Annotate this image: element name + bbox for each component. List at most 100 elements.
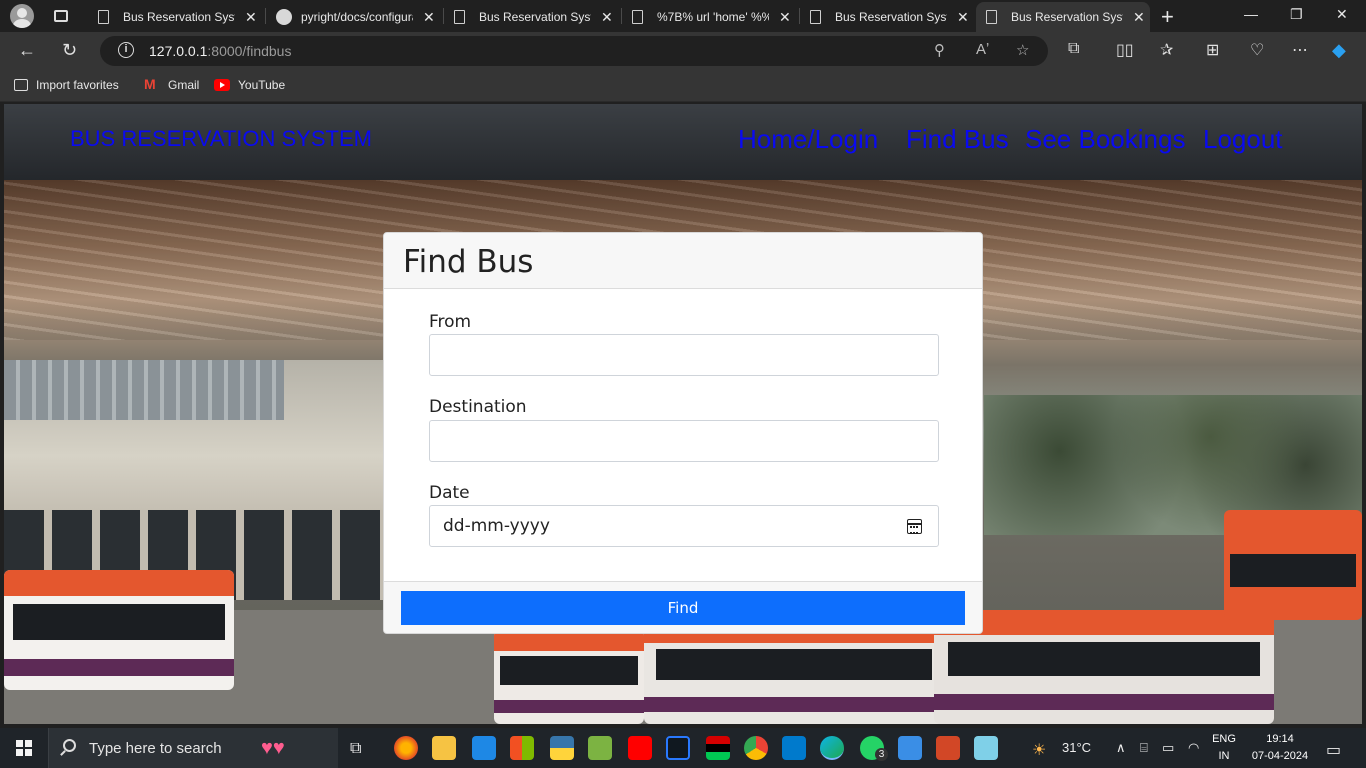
minimize-icon[interactable]: — <box>1244 6 1258 22</box>
split-screen-icon[interactable]: ▯▯ <box>1116 40 1134 60</box>
browser-tab-1[interactable]: Bus Reservation System ✕ <box>90 2 262 32</box>
tab-separator <box>443 8 444 24</box>
bus-decor <box>1224 510 1362 620</box>
close-icon[interactable]: ✕ <box>957 9 969 26</box>
vscode-icon[interactable] <box>782 736 806 760</box>
card-title: Find Bus <box>403 244 534 280</box>
language-code: ENG <box>1212 733 1236 745</box>
date-placeholder: dd-mm-yyyy <box>443 516 550 536</box>
read-aloud-icon[interactable]: Aʼ <box>976 41 989 58</box>
edge-icon[interactable] <box>820 736 844 760</box>
browser-tab-4[interactable]: %7B% url 'home' %%7D ✕ <box>624 2 796 32</box>
destination-input[interactable] <box>429 420 939 462</box>
notification-icon[interactable]: ▭ <box>1326 740 1341 760</box>
card-header: Find Bus <box>384 233 982 289</box>
weather-temp[interactable]: 31°C <box>1062 740 1091 755</box>
usb-icon[interactable]: ⌸ <box>1140 740 1148 756</box>
battery-icon[interactable]: ▭ <box>1162 740 1174 756</box>
profile-avatar[interactable] <box>10 4 34 28</box>
restore-icon[interactable]: ❐ <box>1290 6 1303 23</box>
tab-label: pyright/docs/configuration <box>301 10 413 24</box>
github-icon <box>276 9 292 25</box>
powerpoint-icon[interactable] <box>936 736 960 760</box>
tab-separator <box>799 8 800 24</box>
favorite-gmail[interactable]: Gmail <box>144 76 199 92</box>
mail-icon[interactable] <box>472 736 496 760</box>
performance-icon[interactable]: ♡ <box>1250 40 1264 60</box>
extensions-icon[interactable]: ⧉ <box>1068 40 1079 58</box>
page-icon <box>98 10 109 24</box>
refresh-icon[interactable]: ↻ <box>62 40 77 61</box>
nav-see-bookings[interactable]: See Bookings <box>1025 124 1185 155</box>
youtube-app-icon[interactable] <box>628 736 652 760</box>
favorite-star-icon[interactable]: ☆ <box>1016 41 1029 59</box>
tab-actions-icon[interactable] <box>54 10 68 22</box>
app-icon[interactable] <box>974 736 998 760</box>
flag-app-icon[interactable] <box>706 736 730 760</box>
close-icon[interactable]: ✕ <box>779 9 791 26</box>
favorites-icon[interactable]: ✰ <box>1160 40 1173 60</box>
gmail-icon <box>144 76 160 92</box>
tab-label: %7B% url 'home' %%7D <box>657 10 769 24</box>
nav-home-login[interactable]: Home/Login <box>738 124 878 155</box>
tab-label: Bus Reservation System <box>123 10 235 24</box>
browser-tab-3[interactable]: Bus Reservation System ✕ <box>446 2 618 32</box>
calendar-icon[interactable] <box>907 519 922 534</box>
zoom-icon[interactable]: ⚲ <box>934 41 945 59</box>
more-icon[interactable]: ⋯ <box>1292 40 1308 60</box>
show-hidden-icons-icon[interactable]: ∧ <box>1116 740 1126 756</box>
close-icon[interactable]: ✕ <box>1133 9 1145 26</box>
window-close-icon[interactable]: ✕ <box>1336 6 1348 23</box>
nav-logout[interactable]: Logout <box>1203 124 1283 155</box>
favorites-bar: Import favorites Gmail YouTube <box>0 70 1366 102</box>
taskbar-search-box[interactable]: Type here to search ♥♥ <box>48 728 338 768</box>
bus-decor <box>934 610 1274 724</box>
store-icon[interactable] <box>510 736 534 760</box>
browser-tab-5[interactable]: Bus Reservation System ✕ <box>802 2 974 32</box>
python-icon[interactable] <box>550 736 574 760</box>
browser-tab-6-active[interactable]: Bus Reservation System ✕ <box>976 2 1150 32</box>
browser-tab-2[interactable]: pyright/docs/configuration ✕ <box>268 2 440 32</box>
hearts-search-highlight-icon: ♥♥ <box>261 737 285 759</box>
terminal-building <box>4 360 384 600</box>
collections-icon[interactable]: ⊞ <box>1206 40 1219 60</box>
bus-decor <box>494 630 644 724</box>
favorite-import[interactable]: Import favorites <box>14 78 119 92</box>
url-text[interactable]: 127.0.0.1:8000/findbus <box>149 43 291 59</box>
close-icon[interactable]: ✕ <box>245 9 257 26</box>
photos-icon[interactable] <box>898 736 922 760</box>
close-icon[interactable]: ✕ <box>601 9 613 26</box>
back-icon[interactable]: ← <box>18 40 36 61</box>
from-input[interactable] <box>429 334 939 376</box>
webex-icon[interactable] <box>666 736 690 760</box>
find-button[interactable]: Find <box>401 591 965 625</box>
tab-separator <box>265 8 266 24</box>
task-view-icon[interactable]: ⧉ <box>350 740 361 758</box>
copilot-icon[interactable]: ◆ <box>1332 40 1346 61</box>
site-info-icon[interactable]: i <box>118 42 134 58</box>
windows-start-icon[interactable] <box>16 740 32 756</box>
import-icon <box>14 79 28 91</box>
file-explorer-icon[interactable] <box>432 736 456 760</box>
address-bar[interactable]: i 127.0.0.1:8000/findbus ⚲ Aʼ ☆ <box>100 36 1048 66</box>
browser-toolbar: ← ↻ i 127.0.0.1:8000/findbus ⚲ Aʼ ☆ ⧉ ▯▯… <box>0 32 1366 70</box>
firefox-icon[interactable] <box>394 736 418 760</box>
favorite-youtube[interactable]: YouTube <box>214 78 285 92</box>
chrome-icon[interactable] <box>744 736 768 760</box>
site-brand[interactable]: BUS RESERVATION SYSTEM <box>70 126 372 152</box>
wifi-icon[interactable]: ◠ <box>1188 740 1199 756</box>
card-footer: Find <box>384 581 982 633</box>
youtube-icon <box>214 79 230 91</box>
close-icon[interactable]: ✕ <box>423 9 435 26</box>
notepad-icon[interactable] <box>588 736 612 760</box>
nav-find-bus[interactable]: Find Bus <box>906 124 1009 155</box>
destination-label: Destination <box>429 397 527 417</box>
date-input[interactable]: dd-mm-yyyy <box>429 505 939 547</box>
weather-icon[interactable]: ☀ <box>1032 740 1046 760</box>
search-placeholder: Type here to search <box>89 740 222 757</box>
page-icon <box>986 10 997 24</box>
taskbar-clock[interactable]: 19:14 07-04-2024 <box>1250 731 1310 765</box>
tab-label: Bus Reservation System <box>1011 10 1123 24</box>
new-tab-icon[interactable]: + <box>1161 4 1174 30</box>
language-indicator[interactable]: ENG IN <box>1208 731 1240 765</box>
